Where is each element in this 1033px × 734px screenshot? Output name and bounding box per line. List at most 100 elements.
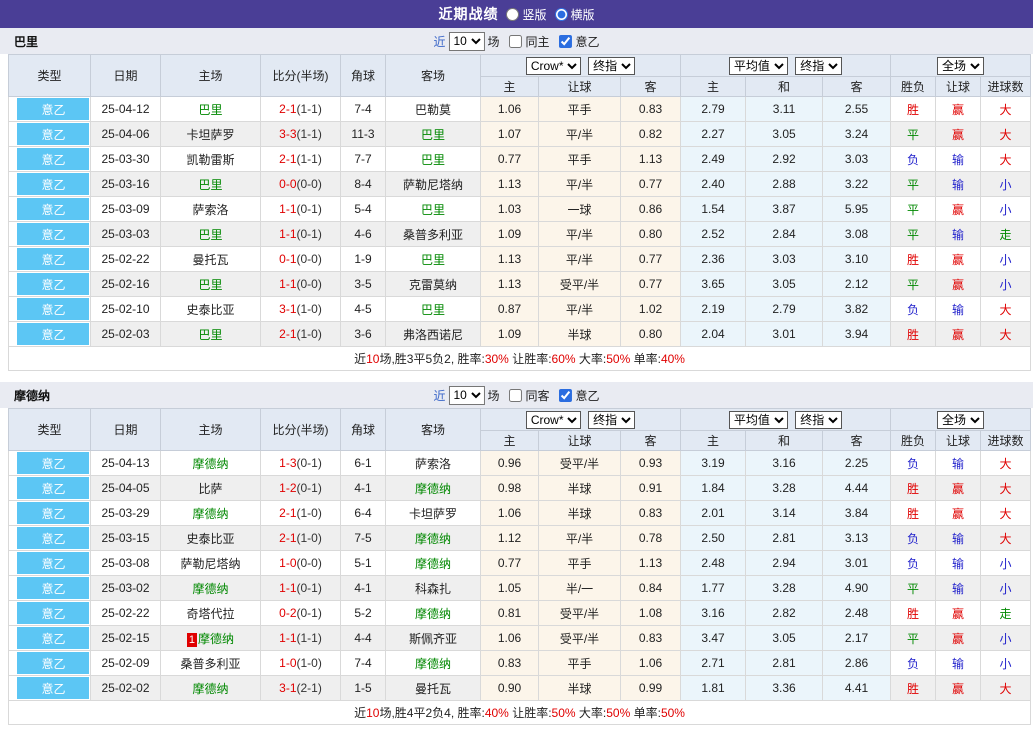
league-cell: 意乙 bbox=[9, 172, 91, 197]
league-cell: 意乙 bbox=[9, 222, 91, 247]
fullmatch-group-header: 全场 bbox=[891, 55, 1031, 77]
match-row: 意乙25-02-02摩德纳3-1(2-1)1-5曼托瓦0.90半球0.991.8… bbox=[9, 676, 1031, 701]
handicap-line-cell: 半球 bbox=[539, 676, 621, 701]
match-row: 意乙25-02-151摩德纳1-1(1-1)4-4斯佩齐亚1.06受平/半0.8… bbox=[9, 626, 1031, 651]
score-cell: 2-1(1-0) bbox=[261, 322, 341, 347]
same-away-checkbox[interactable] bbox=[509, 389, 522, 402]
col-avg-home: 主 bbox=[681, 77, 746, 97]
col-handicap-result: 让球 bbox=[936, 431, 981, 451]
average-select[interactable]: 平均值 bbox=[729, 411, 788, 429]
corner-cell: 4-4 bbox=[341, 626, 386, 651]
avg-draw-cell: 2.82 bbox=[746, 601, 823, 626]
avg-away-cell: 3.08 bbox=[823, 222, 891, 247]
date-cell: 25-02-03 bbox=[91, 322, 161, 347]
col-avg-away: 客 bbox=[823, 77, 891, 97]
away-odds-cell: 1.13 bbox=[621, 147, 681, 172]
matches-label: 场 bbox=[487, 387, 499, 404]
odds-group-header: Crow* 终指 bbox=[481, 409, 681, 431]
team-name: 摩德纳 bbox=[14, 387, 50, 404]
corner-cell: 1-9 bbox=[341, 247, 386, 272]
final-index-select[interactable]: 终指 bbox=[588, 411, 635, 429]
avg-home-cell: 1.54 bbox=[681, 197, 746, 222]
match-count-select[interactable]: 10 bbox=[448, 32, 484, 51]
same-home-checkbox[interactable] bbox=[509, 35, 522, 48]
final-index-select-2[interactable]: 终指 bbox=[795, 57, 842, 75]
full-match-select[interactable]: 全场 bbox=[937, 57, 984, 75]
home-odds-cell: 0.77 bbox=[481, 551, 539, 576]
goals-result-cell: 小 bbox=[981, 272, 1031, 297]
near-label: 近 bbox=[433, 387, 445, 404]
away-team-cell: 摩德纳 bbox=[386, 651, 481, 676]
goals-result-cell: 大 bbox=[981, 297, 1031, 322]
corner-cell: 4-5 bbox=[341, 297, 386, 322]
full-match-select[interactable]: 全场 bbox=[937, 411, 984, 429]
horizontal-radio[interactable] bbox=[555, 8, 568, 21]
away-odds-cell: 0.93 bbox=[621, 451, 681, 476]
home-team-cell: 曼托瓦 bbox=[161, 247, 261, 272]
odds-company-select[interactable]: Crow* bbox=[526, 57, 581, 75]
goals-result-cell: 大 bbox=[981, 451, 1031, 476]
home-odds-cell: 1.13 bbox=[481, 172, 539, 197]
score-cell: 0-0(0-0) bbox=[261, 172, 341, 197]
corner-cell: 4-6 bbox=[341, 222, 386, 247]
league-cell: 意乙 bbox=[9, 97, 91, 122]
away-odds-cell: 0.83 bbox=[621, 501, 681, 526]
date-cell: 25-02-09 bbox=[91, 651, 161, 676]
home-team-cell: 史泰比亚 bbox=[161, 297, 261, 322]
league-cell: 意乙 bbox=[9, 247, 91, 272]
goals-result-cell: 小 bbox=[981, 626, 1031, 651]
recent-results-table: 类型 日期 主场 比分(半场) 角球 客场 Crow* 终指 平均值 终指 全场 bbox=[8, 54, 1031, 371]
avg-home-cell: 2.71 bbox=[681, 651, 746, 676]
result-cell: 胜 bbox=[891, 97, 936, 122]
match-count-select[interactable]: 10 bbox=[448, 386, 484, 405]
avg-away-cell: 2.55 bbox=[823, 97, 891, 122]
handicap-line-cell: 平/半 bbox=[539, 247, 621, 272]
vertical-layout-option[interactable]: 竖版 bbox=[506, 6, 546, 23]
average-select[interactable]: 平均值 bbox=[729, 57, 788, 75]
col-score: 比分(半场) bbox=[261, 409, 341, 451]
team-section-modena: 摩德纳 近 10 场 同客 意乙 类型 日期 主场 比分(半场) 角球 客场 bbox=[0, 382, 1033, 725]
avg-away-cell: 2.12 bbox=[823, 272, 891, 297]
home-team-cell: 凯勒雷斯 bbox=[161, 147, 261, 172]
result-cell: 平 bbox=[891, 576, 936, 601]
col-avg-away: 客 bbox=[823, 431, 891, 451]
avg-away-cell: 2.86 bbox=[823, 651, 891, 676]
match-row: 意乙25-03-08萨勒尼塔纳1-0(0-0)5-1摩德纳0.77平手1.132… bbox=[9, 551, 1031, 576]
horizontal-layout-option[interactable]: 横版 bbox=[555, 6, 595, 23]
home-odds-cell: 1.12 bbox=[481, 526, 539, 551]
handicap-line-cell: 半/一 bbox=[539, 576, 621, 601]
col-odds-home: 主 bbox=[481, 431, 539, 451]
final-index-select[interactable]: 终指 bbox=[588, 57, 635, 75]
handicap-line-cell: 受平/半 bbox=[539, 601, 621, 626]
league-cell: 意乙 bbox=[9, 297, 91, 322]
summary-row: 近10场,胜4平2负4, 胜率:40% 让胜率:50% 大率:50% 单率:50… bbox=[9, 701, 1031, 725]
goals-result-cell: 小 bbox=[981, 197, 1031, 222]
avg-home-cell: 1.84 bbox=[681, 476, 746, 501]
date-cell: 25-03-09 bbox=[91, 197, 161, 222]
league-cell: 意乙 bbox=[9, 651, 91, 676]
result-cell: 负 bbox=[891, 147, 936, 172]
date-cell: 25-03-29 bbox=[91, 501, 161, 526]
league-filter-checkbox[interactable] bbox=[559, 35, 572, 48]
avg-home-cell: 2.50 bbox=[681, 526, 746, 551]
handicap-line-cell: 半球 bbox=[539, 501, 621, 526]
corner-cell: 6-1 bbox=[341, 451, 386, 476]
league-filter-checkbox[interactable] bbox=[559, 389, 572, 402]
col-corner: 角球 bbox=[341, 55, 386, 97]
score-cell: 3-1(2-1) bbox=[261, 676, 341, 701]
away-odds-cell: 1.06 bbox=[621, 651, 681, 676]
corner-cell: 5-1 bbox=[341, 551, 386, 576]
match-row: 意乙25-03-29摩德纳2-1(1-0)6-4卡坦萨罗1.06半球0.832.… bbox=[9, 501, 1031, 526]
vertical-radio[interactable] bbox=[506, 8, 519, 21]
final-index-select-2[interactable]: 终指 bbox=[795, 411, 842, 429]
handicap-line-cell: 平手 bbox=[539, 97, 621, 122]
score-cell: 1-1(0-1) bbox=[261, 197, 341, 222]
col-score: 比分(半场) bbox=[261, 55, 341, 97]
date-cell: 25-02-16 bbox=[91, 272, 161, 297]
goals-result-cell: 小 bbox=[981, 651, 1031, 676]
avg-home-cell: 2.27 bbox=[681, 122, 746, 147]
handicap-result-cell: 输 bbox=[936, 147, 981, 172]
handicap-result-cell: 输 bbox=[936, 651, 981, 676]
odds-company-select[interactable]: Crow* bbox=[526, 411, 581, 429]
away-odds-cell: 0.82 bbox=[621, 122, 681, 147]
